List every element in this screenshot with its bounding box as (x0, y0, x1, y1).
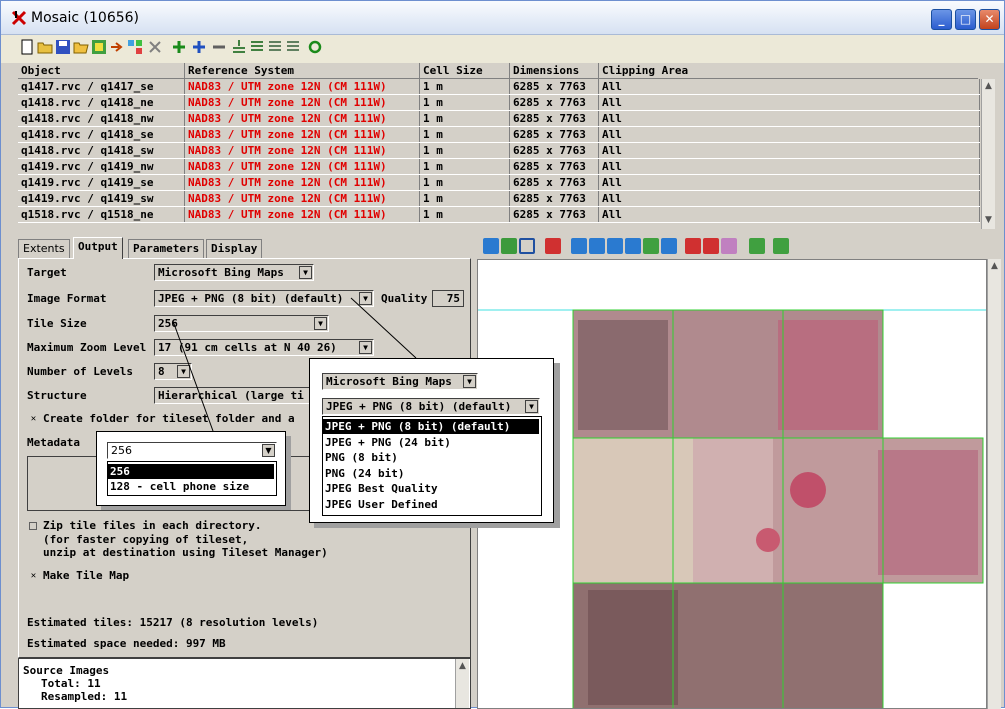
format-option[interactable]: JPEG User Defined (323, 497, 539, 512)
tab-output[interactable]: Output (73, 237, 123, 259)
image-format-callout: Microsoft Bing Maps ▼ JPEG + PNG (8 bit)… (309, 358, 554, 523)
format-option[interactable]: JPEG Best Quality (323, 481, 539, 496)
chevron-down-icon: ▼ (463, 375, 476, 388)
callout-target-combo[interactable]: Microsoft Bing Maps ▼ (322, 373, 478, 390)
callout-tile-combo[interactable]: 256 ▼ (107, 442, 277, 459)
callout-tile-value: 256 (111, 444, 132, 457)
mosaic-window: Mosaic (10656) _ □ ✕ Object Reference Sy… (0, 0, 1005, 709)
callout-lines (101, 297, 560, 528)
tile-size-option[interactable]: 256 (108, 464, 274, 479)
tile-size-option[interactable]: 128 - cell phone size (108, 479, 274, 494)
format-option[interactable]: PNG (24 bit) (323, 466, 539, 481)
tile-size-callout: 256 ▼ 256 128 - cell phone size (96, 431, 286, 506)
callout-format-combo[interactable]: JPEG + PNG (8 bit) (default) ▼ (322, 398, 540, 415)
format-option[interactable]: PNG (8 bit) (323, 450, 539, 465)
format-option[interactable]: JPEG + PNG (8 bit) (default) (323, 419, 539, 434)
callout-format-value: JPEG + PNG (8 bit) (default) (326, 400, 512, 413)
callout-target-value: Microsoft Bing Maps (326, 375, 452, 388)
format-option[interactable]: JPEG + PNG (24 bit) (323, 435, 539, 450)
format-dropdown-list: JPEG + PNG (8 bit) (default) JPEG + PNG (… (322, 416, 542, 516)
chevron-down-icon: ▼ (262, 444, 275, 457)
chevron-down-icon: ▼ (525, 400, 538, 413)
tile-dropdown-list: 256 128 - cell phone size (107, 461, 277, 496)
